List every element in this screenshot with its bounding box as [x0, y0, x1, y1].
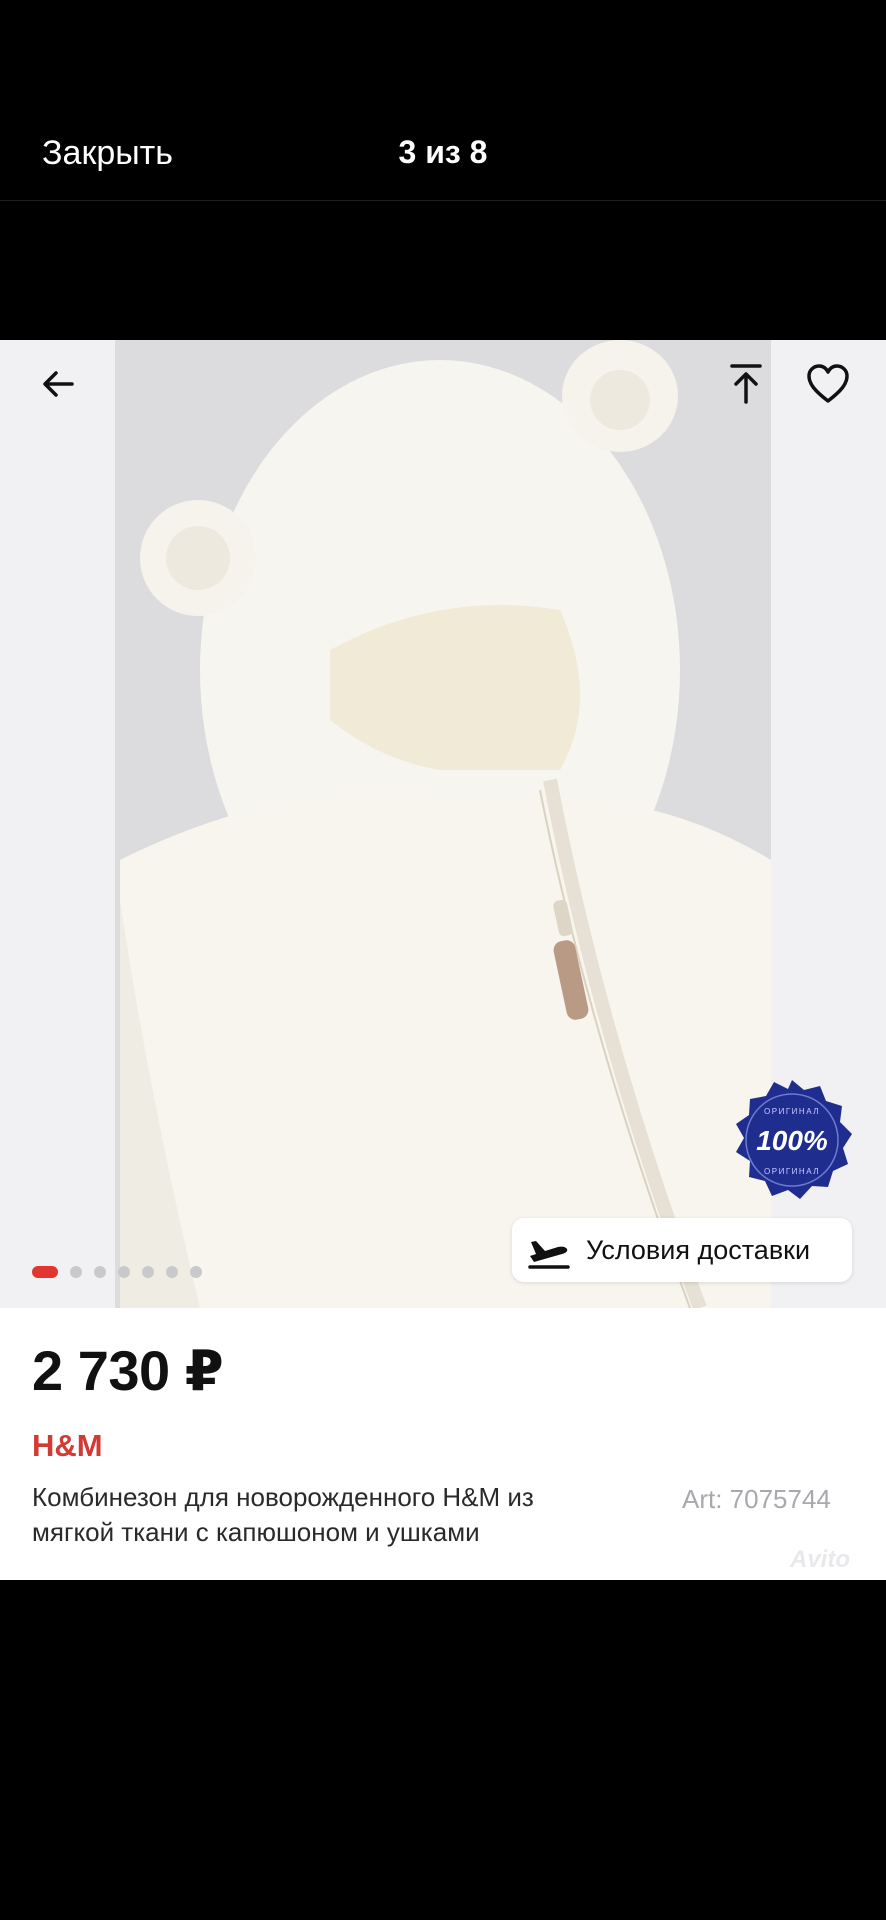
pagination-dot[interactable]	[32, 1266, 58, 1278]
header-divider	[0, 200, 886, 201]
pagination-dot[interactable]	[142, 1266, 154, 1278]
badge-ring-top: ОРИГИНАЛ	[764, 1107, 820, 1116]
original-badge: 100% ОРИГИНАЛ ОРИГИНАЛ	[736, 1080, 852, 1199]
pagination-dot[interactable]	[70, 1266, 82, 1278]
image-counter: 3 из 8	[398, 134, 488, 170]
avito-watermark: Avito	[790, 1546, 850, 1573]
pagination-dot[interactable]	[190, 1266, 202, 1278]
product-article: Art: 7075744	[682, 1484, 831, 1514]
gallery-pagination[interactable]	[32, 1266, 202, 1278]
delivery-terms-button[interactable]: Условия доставки	[512, 1218, 852, 1282]
product-title: Комбинезон для новорожденного H&M из мяг…	[32, 1482, 534, 1547]
pagination-dot[interactable]	[166, 1266, 178, 1278]
share-button[interactable]	[716, 354, 776, 414]
heart-icon	[807, 364, 849, 403]
plane-takeoff-icon	[528, 1241, 570, 1269]
favorite-button[interactable]	[798, 354, 858, 414]
product-screenshot: 100% ОРИГИНАЛ ОРИГИНАЛ Условия доставки …	[0, 340, 886, 1580]
share-upload-icon	[730, 364, 762, 404]
product-brand[interactable]: H&M	[32, 1428, 103, 1464]
delivery-terms-label: Условия доставки	[586, 1234, 811, 1265]
badge-ring-bottom: ОРИГИНАЛ	[764, 1167, 820, 1176]
product-price: 2 730 ₽	[32, 1339, 224, 1402]
viewer-header: Закрыть 3 из 8	[0, 0, 886, 200]
product-photo[interactable]: 100% ОРИГИНАЛ ОРИГИНАЛ Условия доставки	[0, 340, 886, 1308]
pagination-dot[interactable]	[94, 1266, 106, 1278]
back-arrow-icon	[43, 371, 74, 397]
pagination-dot[interactable]	[118, 1266, 130, 1278]
back-button[interactable]	[28, 354, 88, 414]
product-info: 2 730 ₽ H&M Комбинезон для новорожденног…	[0, 1308, 886, 1580]
badge-percent: 100%	[756, 1125, 828, 1156]
